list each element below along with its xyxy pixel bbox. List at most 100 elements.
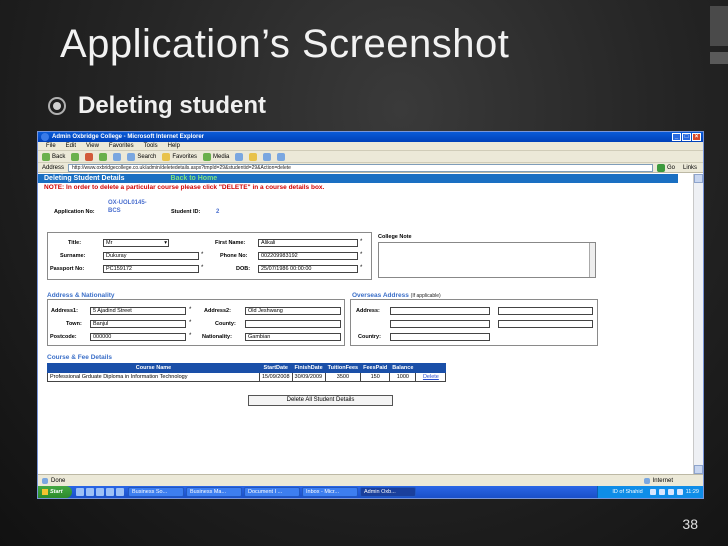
town-label: Town:	[66, 321, 82, 327]
edit-button[interactable]	[277, 152, 286, 161]
search-button[interactable]: Search	[127, 152, 157, 161]
menu-help[interactable]: Help	[168, 143, 180, 149]
close-button[interactable]: ×	[692, 133, 701, 141]
forward-button[interactable]	[71, 152, 80, 161]
course-section-title: Course & Fee Details	[47, 354, 113, 361]
language-icon[interactable]	[667, 489, 674, 495]
overseas-address-field-3[interactable]	[390, 320, 490, 328]
nationality-field[interactable]: Gambian	[245, 333, 341, 341]
menu-favorites[interactable]: Favorites	[109, 143, 134, 149]
taskbar-item[interactable]: Business So...	[128, 487, 184, 497]
stop-button[interactable]	[85, 152, 94, 161]
required-mark: *	[201, 252, 204, 258]
overseas-address-field-4[interactable]	[498, 320, 593, 328]
title-select[interactable]: Mr ▾	[103, 239, 169, 247]
minimize-button[interactable]: _	[672, 133, 681, 141]
dob-field[interactable]: 25/07/1986 00:00:00	[258, 265, 358, 273]
desktop-icon[interactable]	[76, 488, 84, 496]
surname-field[interactable]: Dukuray	[103, 252, 199, 260]
nationality-label: Nationality:	[202, 334, 232, 340]
scroll-down-button[interactable]	[694, 465, 703, 474]
window-titlebar: Admin Oxbridge College - Microsoft Inter…	[38, 132, 703, 142]
phone-field[interactable]: 002209983192	[258, 252, 358, 260]
first-name-field[interactable]: Alikali	[258, 239, 358, 247]
vertical-scrollbar[interactable]	[693, 174, 703, 474]
favorites-button[interactable]: Favorites	[162, 152, 197, 161]
college-note-label: College Note	[378, 234, 412, 240]
status-bar: Done Internet	[38, 474, 703, 486]
address2-field[interactable]: Old Jeshwang	[245, 307, 341, 315]
security-icon[interactable]	[676, 489, 683, 495]
quick-launch	[76, 488, 124, 496]
county-field[interactable]	[245, 320, 341, 328]
media-label: Media	[213, 153, 230, 160]
scroll-up-button[interactable]	[694, 174, 703, 183]
mail-button[interactable]	[249, 152, 258, 161]
taskbar-item-active[interactable]: Admin Oxb...	[360, 487, 416, 497]
zone-label: Internet	[652, 477, 673, 484]
course-table-header: Course Name StartDate FinishDate Tuition…	[47, 363, 447, 373]
delete-course-cell: Delete	[415, 372, 447, 382]
town-field[interactable]: Banjul	[90, 320, 186, 328]
surname-label: Surname:	[60, 253, 86, 259]
network-icon[interactable]	[649, 489, 656, 495]
delete-course-link[interactable]: Delete	[423, 374, 439, 380]
edit-icon	[277, 152, 286, 161]
start-date-cell: 15/09/2008	[259, 372, 293, 382]
taskbar-item[interactable]: Business Ma...	[186, 487, 242, 497]
course-table: Course Name StartDate FinishDate Tuition…	[47, 363, 447, 382]
overseas-address-field-1[interactable]	[390, 307, 490, 315]
overseas-country-field[interactable]	[390, 333, 490, 341]
word-icon[interactable]	[106, 488, 114, 496]
overseas-address-field-2[interactable]	[498, 307, 593, 315]
menu-file[interactable]: File	[46, 143, 56, 149]
history-button[interactable]	[235, 152, 244, 161]
taskbar-item[interactable]: Inbox - Micr...	[302, 487, 358, 497]
address-input[interactable]: http://www.oxbridgecollege.co.uk/admin/d…	[68, 163, 653, 172]
postcode-field[interactable]: 000000	[90, 333, 186, 341]
address1-field[interactable]: 5 Ajadind Street	[90, 307, 186, 315]
finish-date-cell: 30/09/2009	[291, 372, 326, 382]
application-no-value: OX-UOL0145-BCS	[108, 200, 147, 214]
taskbar-item[interactable]: Document I ...	[244, 487, 300, 497]
menu-tools[interactable]: Tools	[144, 143, 158, 149]
windows-logo-icon	[42, 489, 48, 495]
college-note-textarea[interactable]	[378, 242, 596, 278]
menu-view[interactable]: View	[86, 143, 99, 149]
ie-logo-icon	[41, 133, 49, 141]
address-section-title: Address & Nationality	[47, 292, 115, 299]
column-header: TuitionFees	[324, 363, 362, 373]
print-button[interactable]	[263, 152, 272, 161]
refresh-button[interactable]	[99, 152, 108, 161]
go-button[interactable]: Go	[656, 163, 679, 172]
back-button[interactable]: Back	[42, 152, 65, 161]
volume-icon[interactable]	[658, 489, 665, 495]
folder-icon[interactable]	[116, 488, 124, 496]
print-icon	[263, 152, 272, 161]
ie-icon[interactable]	[86, 488, 94, 496]
search-label: Search	[137, 153, 157, 160]
textarea-scrollbar[interactable]	[589, 243, 595, 277]
back-arrow-icon	[42, 152, 50, 161]
start-button[interactable]: Start	[38, 486, 72, 498]
links-button[interactable]: Links	[683, 165, 703, 171]
refresh-icon	[99, 152, 108, 161]
back-to-home-link[interactable]: Back to Home	[165, 175, 218, 182]
star-icon	[162, 152, 171, 161]
window-title: Admin Oxbridge College - Microsoft Inter…	[52, 134, 205, 140]
passport-field[interactable]: PC159172	[103, 265, 199, 273]
address-bar: Address http://www.oxbridgecollege.co.uk…	[38, 163, 703, 173]
menu-edit[interactable]: Edit	[66, 143, 76, 149]
home-button[interactable]	[113, 152, 122, 161]
delete-all-button[interactable]: Delete All Student Details	[248, 395, 393, 406]
overseas-country-label: Country:	[358, 334, 381, 340]
page-header: Deleting Student Details	[44, 175, 125, 182]
postcode-label: Postcode:	[50, 334, 77, 340]
maximize-button[interactable]: □	[682, 133, 691, 141]
menu-bar: File Edit View Favorites Tools Help	[38, 142, 703, 151]
media-button[interactable]: Media	[203, 152, 230, 161]
outlook-icon[interactable]	[96, 488, 104, 496]
bullet-icon	[48, 97, 66, 115]
chevron-down-icon: ▾	[164, 240, 167, 246]
course-name-cell: Professional Grduate Diploma in Informat…	[47, 372, 260, 382]
